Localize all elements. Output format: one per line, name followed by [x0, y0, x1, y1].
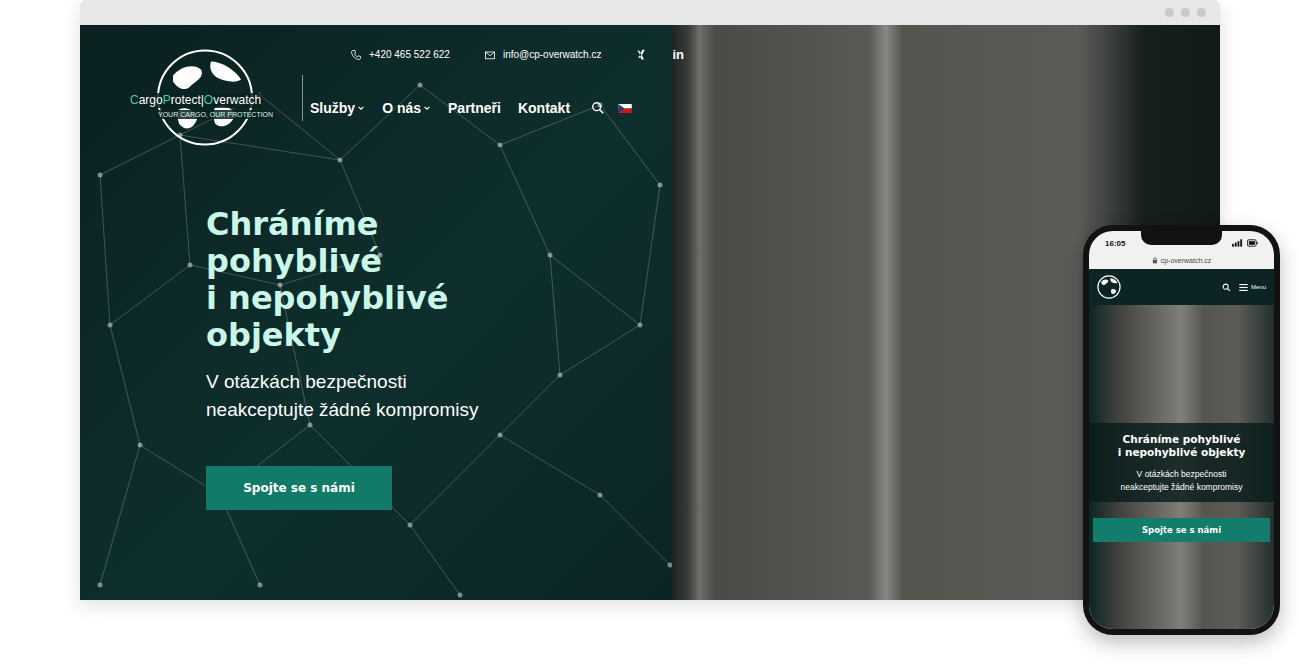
header-right: +420 465 522 622 info@cp-overwatch.cz in S…: [310, 45, 684, 116]
logo-text-part: rotect|: [171, 93, 204, 107]
mobile-header-actions: Menu: [1222, 283, 1266, 292]
mobile-subtitle-line: neakceptujte žádné kompromisy: [1093, 481, 1270, 494]
contact-button[interactable]: Spojte se s námi: [206, 466, 392, 510]
logo-tagline: YOUR CARGO, OUR PROTECTION: [156, 110, 275, 119]
mobile-hero: Chráníme pohyblivéi nepohyblivé objekty V…: [1089, 305, 1274, 629]
hero-title-line: pohyblivé: [206, 243, 449, 280]
globe-icon[interactable]: [1097, 275, 1121, 299]
menu-button[interactable]: Menu: [1239, 284, 1266, 291]
main-nav: Služby O nás Partneři Kontakt: [310, 100, 684, 116]
hero-title-line: objekty: [206, 317, 449, 354]
url-text: cp-overwatch.cz: [1161, 257, 1212, 264]
phone-screen: 16:05 cp-overwatch.cz Menu Chráníme pohybl…: [1089, 231, 1274, 629]
search-icon[interactable]: [1222, 283, 1231, 292]
status-icons: [1232, 239, 1258, 247]
logo-text-part: O: [204, 93, 213, 107]
header-divider: [302, 75, 303, 121]
mobile-hero-subtitle: V otázkách bezpečnostineakceptujte žádné…: [1093, 468, 1270, 494]
battery-icon: [1247, 239, 1258, 247]
lock-icon: [1152, 257, 1158, 264]
status-time: 16:05: [1105, 239, 1125, 248]
logo[interactable]: CargoProtect|Overwatch YOUR CARGO, OUR PR…: [128, 45, 294, 153]
mobile-hero-panel: Chráníme pohyblivéi nepohyblivé objekty V…: [1089, 423, 1274, 502]
chevron-down-icon: [357, 104, 365, 112]
logo-text-part: P: [163, 93, 171, 107]
logo-text-part: argo: [139, 93, 163, 107]
mobile-subtitle-line: V otázkách bezpečnosti: [1093, 468, 1270, 481]
hero-subtitle-line: V otázkách bezpečnosti: [206, 368, 478, 396]
contact-row: +420 465 522 622 info@cp-overwatch.cz in: [310, 45, 684, 62]
hero-subtitle-line: neakceptujte žádné kompromisy: [206, 396, 478, 424]
linkedin-link[interactable]: in: [672, 47, 684, 62]
phone-notch: [1141, 231, 1222, 245]
showcase: Chránímepohyblivéi nepohyblivéobjekty V o…: [0, 0, 1299, 669]
browser-window: Chránímepohyblivéi nepohyblivéobjekty V o…: [80, 0, 1220, 600]
signal-icon: [1232, 239, 1243, 247]
xing-icon[interactable]: [635, 48, 648, 61]
search-icon[interactable]: [591, 101, 605, 115]
nav-item[interactable]: O nás: [382, 100, 431, 116]
email-contact[interactable]: info@cp-overwatch.cz: [484, 49, 602, 61]
logo-text-part: C: [130, 93, 139, 107]
nav-item[interactable]: Partneři: [448, 100, 501, 116]
nav-item[interactable]: Služby: [310, 100, 365, 116]
mobile-title-line: Chráníme pohyblivé: [1093, 433, 1270, 446]
window-dot: [1165, 8, 1174, 17]
hero-title-line: Chráníme: [206, 206, 449, 243]
window-dot: [1181, 8, 1190, 17]
phone-mockup: 16:05 cp-overwatch.cz Menu Chráníme pohybl…: [1083, 225, 1280, 635]
site-header: CargoProtect|Overwatch YOUR CARGO, OUR PR…: [128, 45, 1220, 153]
url-bar[interactable]: cp-overwatch.cz: [1089, 253, 1274, 269]
chevron-down-icon: [423, 104, 431, 112]
window-dot: [1197, 8, 1206, 17]
logo-text: CargoProtect|Overwatch: [128, 93, 263, 108]
mail-icon: [484, 49, 496, 61]
mobile-hero-title: Chráníme pohyblivéi nepohyblivé objekty: [1093, 433, 1270, 459]
phone-contact[interactable]: +420 465 522 622: [350, 49, 450, 61]
mobile-contact-button[interactable]: Spojte se s námi: [1093, 518, 1270, 542]
phone-icon: [350, 49, 362, 61]
hamburger-icon: [1239, 284, 1248, 291]
nav-item[interactable]: Kontakt: [518, 100, 570, 116]
hero-title-line: i nepohyblivé: [206, 280, 449, 317]
hero-title: Chránímepohyblivéi nepohyblivéobjekty: [206, 206, 449, 354]
hero-subtitle: V otázkách bezpečnostineakceptujte žádné…: [206, 368, 478, 424]
czech-flag-icon[interactable]: [618, 104, 632, 113]
mobile-header: Menu: [1089, 269, 1274, 305]
logo-text-part: verwatch: [213, 93, 261, 107]
hero: Chránímepohyblivéi nepohyblivéobjekty V o…: [80, 25, 1220, 600]
mobile-title-line: i nepohyblivé objekty: [1093, 446, 1270, 459]
browser-topbar: [80, 0, 1220, 25]
